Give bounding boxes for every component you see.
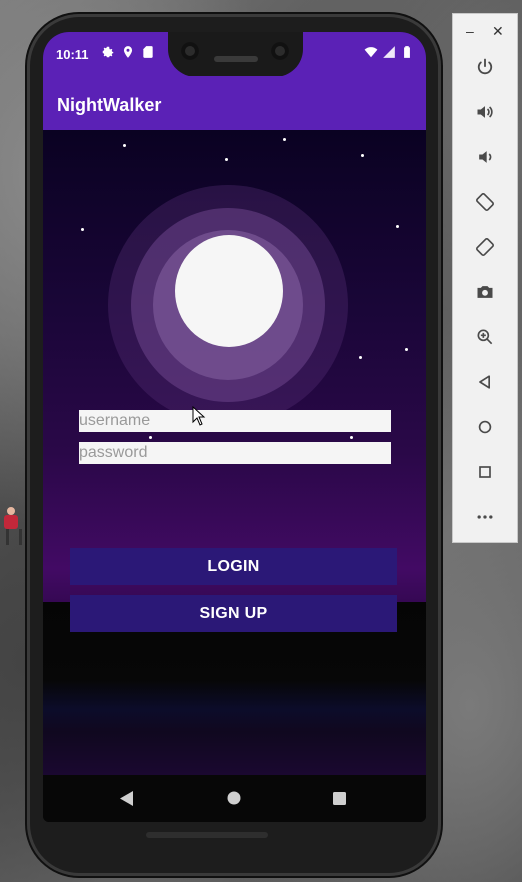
volume-down-icon[interactable] <box>473 145 497 169</box>
camera-icon[interactable] <box>473 280 497 304</box>
star <box>359 356 362 359</box>
more-icon[interactable] <box>473 505 497 529</box>
sd-card-icon <box>143 46 153 58</box>
camera-notch <box>168 32 303 77</box>
earpiece-speaker <box>214 56 258 62</box>
phone-screen: 10:11 NightWalker username LOGIN SIGN UP <box>43 32 426 822</box>
password-input[interactable] <box>79 442 391 464</box>
moon <box>175 235 283 347</box>
phone-home-indicator <box>146 832 268 838</box>
star <box>361 154 364 157</box>
overview-icon[interactable] <box>473 460 497 484</box>
star <box>350 436 353 439</box>
front-sensor-icon <box>271 42 289 60</box>
front-camera-icon <box>181 42 199 60</box>
power-icon[interactable] <box>473 55 497 79</box>
star <box>405 348 408 351</box>
star <box>123 144 126 147</box>
star <box>283 138 286 141</box>
back-icon[interactable] <box>473 370 497 394</box>
system-nav-bar <box>43 775 426 822</box>
status-time: 10:11 <box>56 47 89 62</box>
mouse-cursor-icon <box>192 406 206 426</box>
climber-figure <box>2 505 22 545</box>
username-input[interactable] <box>79 410 391 432</box>
app-title: NightWalker <box>57 95 162 115</box>
back-icon[interactable] <box>120 791 134 806</box>
volume-up-icon[interactable] <box>473 100 497 124</box>
rotate-right-icon[interactable] <box>473 235 497 259</box>
star <box>81 228 84 231</box>
signup-button[interactable]: SIGN UP <box>70 595 397 632</box>
login-button[interactable]: LOGIN <box>70 548 397 585</box>
close-icon[interactable]: ✕ <box>492 23 504 40</box>
star <box>396 225 399 228</box>
location-icon <box>123 46 133 58</box>
gear-icon <box>102 46 114 58</box>
emulator-toolbar: – ✕ <box>452 13 518 543</box>
wifi-icon <box>364 47 378 58</box>
home-icon[interactable] <box>473 415 497 439</box>
zoom-icon[interactable] <box>473 325 497 349</box>
star <box>225 158 228 161</box>
app-bar: NightWalker <box>43 76 426 130</box>
signal-icon <box>383 46 395 58</box>
minimize-icon[interactable]: – <box>466 23 474 39</box>
battery-icon <box>404 46 410 58</box>
recents-icon[interactable] <box>333 792 346 805</box>
home-icon[interactable] <box>227 791 241 805</box>
rotate-left-icon[interactable] <box>473 190 497 214</box>
star <box>149 436 152 439</box>
